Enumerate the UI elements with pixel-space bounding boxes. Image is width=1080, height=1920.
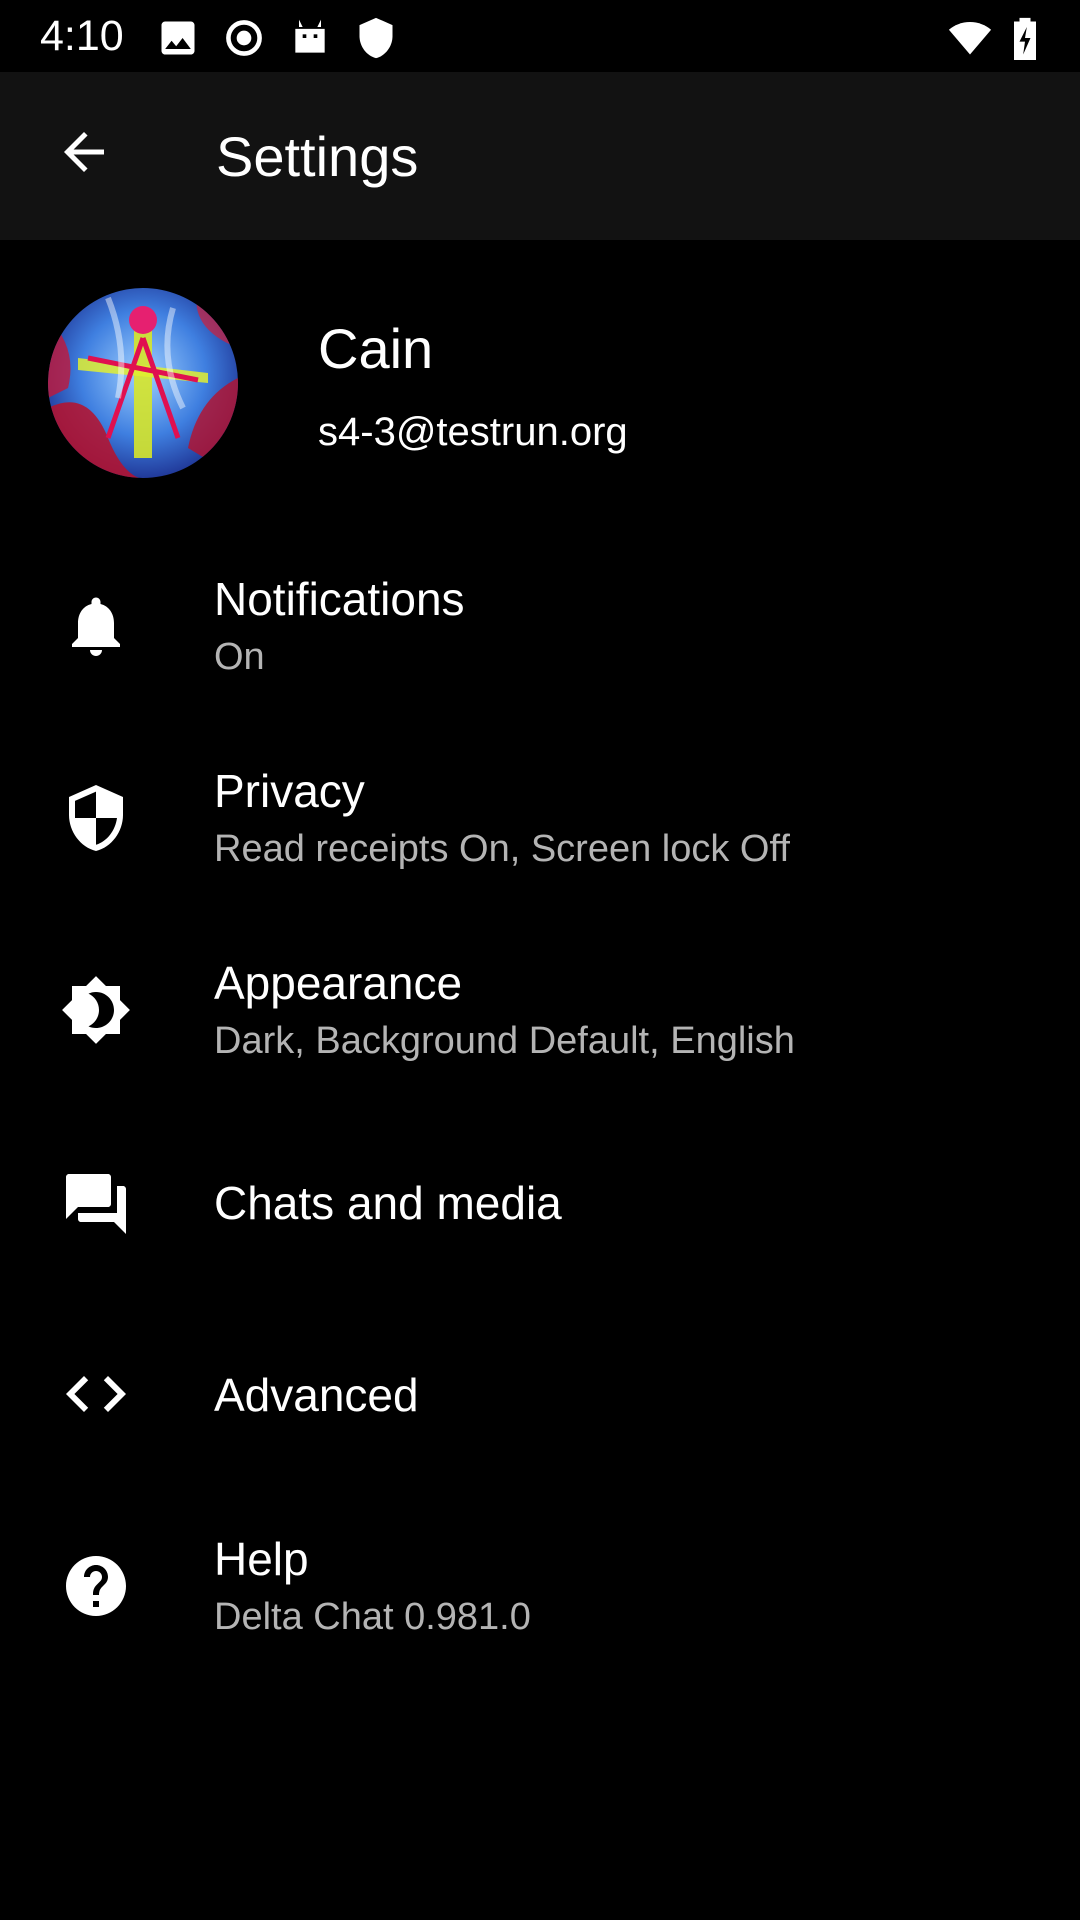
wifi-icon: [946, 16, 994, 60]
chat-icon: [56, 1164, 136, 1244]
help-icon: [56, 1546, 136, 1626]
shield-icon: [354, 16, 398, 60]
status-bar: 4:10: [0, 0, 1080, 72]
app-bar: Settings: [0, 72, 1080, 240]
profile-header[interactable]: Cain s4-3@testrun.org: [0, 240, 1080, 530]
settings-item-advanced[interactable]: Advanced: [0, 1298, 1080, 1490]
profile-email: s4-3@testrun.org: [318, 410, 628, 454]
code-icon: [56, 1354, 136, 1434]
brightness-icon: [56, 970, 136, 1050]
settings-item-appearance[interactable]: Appearance Dark, Background Default, Eng…: [0, 914, 1080, 1106]
arrow-back-icon: [64, 132, 104, 172]
battery-charging-icon: [1010, 16, 1040, 60]
settings-item-title: Appearance: [214, 957, 463, 1009]
settings-item-summary: Dark, Background Default, English: [214, 1020, 795, 1062]
record-icon: [222, 16, 266, 60]
page-title: Settings: [216, 125, 419, 188]
settings-item-summary: Read receipts On, Screen lock Off: [214, 828, 790, 870]
settings-item-title: Help: [214, 1533, 309, 1585]
settings-item-privacy[interactable]: Privacy Read receipts On, Screen lock Of…: [0, 722, 1080, 914]
settings-item-title: Chats and media: [214, 1177, 562, 1229]
avatar[interactable]: [48, 288, 238, 478]
profile-name: Cain: [318, 317, 434, 380]
shield-icon: [56, 778, 136, 858]
settings-item-notifications[interactable]: Notifications On: [0, 530, 1080, 722]
android-icon: [288, 16, 332, 60]
settings-item-summary: Delta Chat 0.981.0: [214, 1596, 531, 1638]
settings-item-title: Advanced: [214, 1369, 419, 1421]
settings-item-title: Notifications: [214, 573, 465, 625]
settings-item-help[interactable]: Help Delta Chat 0.981.0: [0, 1490, 1080, 1682]
image-icon: [156, 16, 200, 60]
status-time: 4:10: [40, 12, 124, 60]
back-button[interactable]: [44, 112, 124, 192]
settings-item-title: Privacy: [214, 765, 365, 817]
settings-item-summary: On: [214, 636, 265, 678]
bell-icon: [56, 586, 136, 666]
settings-item-chats-and-media[interactable]: Chats and media: [0, 1106, 1080, 1298]
